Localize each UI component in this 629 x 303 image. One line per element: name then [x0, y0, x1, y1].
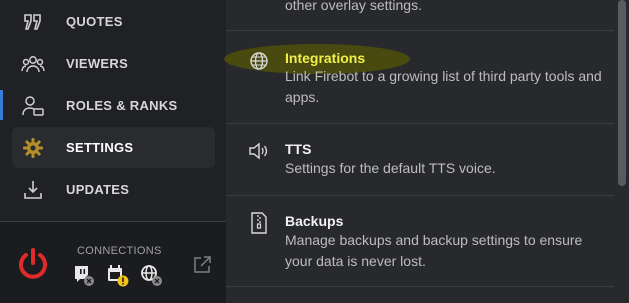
- settings-row-tts[interactable]: TTS Settings for the default TTS voice.: [226, 124, 614, 196]
- connections-label: CONNECTIONS: [77, 245, 162, 257]
- row-description: Link Firebot to a growing list of third …: [285, 68, 602, 105]
- scrollbar[interactable]: [615, 0, 629, 303]
- sidebar-item-roles-ranks[interactable]: ROLES & RANKS: [12, 85, 215, 126]
- settings-row-backups[interactable]: Backups Manage backups and backup settin…: [226, 196, 614, 287]
- sidebar: QUOTES VIEWERS ROLES & RANKS SETTINGS UP…: [0, 0, 226, 303]
- globe-connection-icon[interactable]: [140, 264, 164, 288]
- row-description: Manage backups and backup settings to en…: [285, 232, 583, 269]
- row-description: Settings for the default TTS voice.: [285, 160, 496, 176]
- row-title: Backups: [285, 213, 344, 229]
- external-link-icon[interactable]: [192, 255, 212, 275]
- gear-icon: [21, 136, 45, 160]
- row-title: Integrations: [285, 50, 366, 66]
- sidebar-edge-accent: [0, 90, 3, 120]
- speaker-icon: [247, 139, 271, 163]
- power-icon[interactable]: [16, 247, 50, 281]
- calendar-connection-icon[interactable]: [106, 264, 130, 288]
- globe-icon: [247, 49, 271, 73]
- scrollbar-thumb[interactable]: [618, 0, 626, 186]
- sidebar-item-label: ROLES & RANKS: [66, 98, 178, 113]
- sidebar-item-label: SETTINGS: [66, 140, 134, 155]
- sidebar-item-settings[interactable]: SETTINGS: [12, 127, 215, 168]
- sidebar-item-viewers[interactable]: VIEWERS: [12, 43, 215, 84]
- user-badge-icon: [21, 94, 45, 118]
- download-icon: [21, 178, 45, 202]
- sidebar-item-updates[interactable]: UPDATES: [12, 169, 215, 210]
- settings-row-overlay[interactable]: other overlay settings.: [226, 0, 614, 31]
- sidebar-item-label: UPDATES: [66, 182, 130, 197]
- users-icon: [21, 52, 45, 76]
- sidebar-item-quotes[interactable]: QUOTES: [12, 1, 215, 42]
- file-zip-icon: [247, 211, 271, 235]
- quote-icon: [21, 10, 45, 34]
- settings-row-integrations[interactable]: Integrations Link Firebot to a growing l…: [224, 31, 614, 124]
- row-description: other overlay settings.: [285, 0, 422, 13]
- twitch-connection-icon[interactable]: [72, 264, 96, 288]
- sidebar-item-label: QUOTES: [66, 14, 123, 29]
- connections-panel: CONNECTIONS: [0, 222, 226, 303]
- sidebar-item-label: VIEWERS: [66, 56, 129, 71]
- row-title: TTS: [285, 141, 312, 157]
- settings-panel: other overlay settings. Integrations Lin…: [224, 0, 629, 303]
